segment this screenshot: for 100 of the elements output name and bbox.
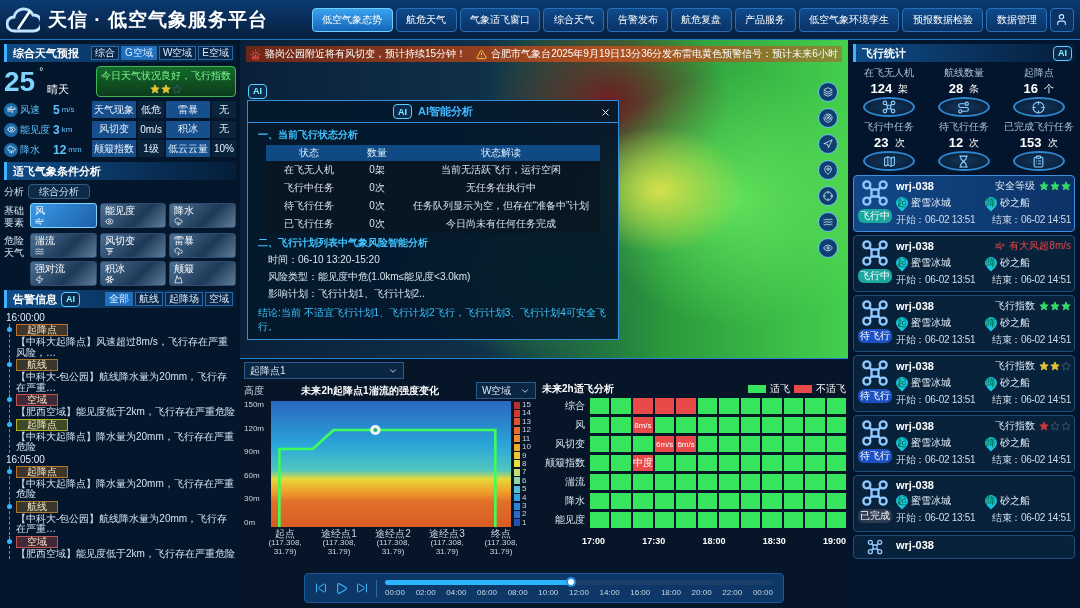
flight-card[interactable]: 待飞行 wrj-038 飞行指数 起 蜜雪冰城 降 砂之船 开始：06-02 13:51 结束：06-02 14:51 (853, 355, 1075, 412)
map-tool-button[interactable] (818, 108, 838, 128)
table-cell-text: 0次 (368, 199, 386, 213)
legend-label: 12 (522, 426, 531, 435)
drone-name: wrj-038 (896, 180, 934, 192)
banner-text: 今日天气状况良好，飞行指数 (101, 69, 231, 83)
x-axis-label: 途经点2 (375, 529, 411, 539)
nav-tab[interactable]: 告警发布 (607, 7, 668, 32)
weather-tile[interactable]: 雷暴 (169, 233, 236, 258)
wind-warning: 有大风超8m/s (1009, 239, 1071, 253)
rain-cloud-icon (174, 217, 184, 226)
weather-tile[interactable]: 积冰 (99, 261, 167, 286)
play-button[interactable] (335, 581, 348, 595)
skip-back-icon (315, 582, 327, 594)
flight-card[interactable]: 待飞行 wrj-038 飞行指数 起 蜜雪冰城 降 砂之船 开始：06-02 13:51 结束：06-02 14:51 (853, 295, 1075, 352)
nav-tab[interactable]: 航危天气 (395, 7, 457, 32)
airspace-tab[interactable]: 综合 (91, 46, 120, 60)
weather-tile[interactable]: 能见度 (99, 203, 167, 228)
next-button[interactable] (356, 582, 368, 594)
user-button[interactable] (1049, 7, 1074, 32)
chart-title: 未来2h起降点1湍流的强度变化 (301, 383, 439, 398)
legend-label: 6 (522, 476, 527, 485)
crosshair-icon (823, 191, 833, 201)
ai-badge[interactable]: AI (1053, 45, 1072, 61)
table-cell: 10% (212, 140, 236, 158)
legend-label: 4 (522, 493, 527, 502)
map-tool-button[interactable] (818, 134, 838, 154)
nav-tab[interactable]: 低空气象环境孪生 (798, 7, 900, 32)
section-title: 飞行统计 (862, 45, 906, 61)
analysis-button[interactable]: 综合分析 (28, 184, 90, 199)
timeline-dot (7, 397, 12, 402)
close-icon (599, 106, 611, 118)
airspace-select[interactable]: W空域 (476, 382, 536, 399)
weather-tile[interactable]: 强对流 (30, 261, 97, 286)
map-tool-button[interactable] (818, 186, 838, 206)
alert-filter-tab[interactable]: 航线 (135, 292, 163, 306)
timeline-dot (7, 421, 12, 427)
flight-card[interactable]: 待飞行 wrj-038 飞行指数 起 蜜雪冰城 降 砂之船 开始：06-02 13:51 结束：06-02 14:51 (853, 415, 1075, 472)
flight-card[interactable]: 飞行中 wrj-038 有大风超8m/s 起 蜜雪冰城 降 砂之船 开始：06-02 13:51 结束：06-02 14:51 (853, 235, 1075, 292)
start-time: 开始：06-02 13:51 (896, 273, 976, 287)
row-label: 风 (574, 418, 586, 432)
table-cell-text: 0次 (368, 217, 386, 231)
map-tool-button[interactable] (818, 238, 838, 258)
weather-tile[interactable]: 湍流 (30, 233, 97, 258)
start-place: 蜜雪冰城 (911, 436, 951, 450)
flight-card[interactable]: 飞行中 wrj-038 安全等级 起 蜜雪冰城 降 砂之船 开始：06-02 13:51 结束：06-02 14:51 (853, 175, 1075, 232)
weather-tile[interactable]: 风切变 (99, 233, 167, 258)
alert-filter-tab[interactable]: 全部 (105, 292, 133, 306)
status-badge: 待飞行 (858, 389, 892, 403)
nav-tab[interactable]: 预报数据检验 (902, 7, 984, 32)
status-badge: 飞行中 (858, 269, 892, 283)
stat-unit: 个 (1043, 81, 1054, 96)
map-tool-button[interactable] (818, 82, 838, 102)
timeline-track[interactable] (385, 579, 773, 585)
stat-label: 待飞行任务 (939, 120, 989, 134)
end-place: 砂之船 (999, 316, 1030, 330)
row-label: 湍流 (564, 475, 586, 489)
analysis-line: 时间：06-10 13:20-15:20 (267, 253, 381, 267)
nav-tab[interactable]: 产品服务 (734, 7, 796, 32)
airspace-tab[interactable]: E空域 (198, 46, 233, 60)
play-icon (335, 581, 348, 595)
map-tool-button[interactable] (818, 212, 838, 232)
ai-badge[interactable]: AI (61, 291, 80, 307)
end-place: 砂之船 (999, 256, 1030, 270)
map-tool-button[interactable] (818, 160, 838, 180)
stat-unit: 次 (894, 135, 905, 150)
nav-tab[interactable]: 综合天气 (543, 7, 605, 32)
ai-badge[interactable]: AI (248, 83, 267, 99)
end-time: 结束：06-02 14:51 (991, 213, 1071, 227)
table-cell: 无 (212, 120, 236, 138)
stat-label: 航线数量 (944, 66, 984, 80)
timeline-dot (7, 362, 12, 367)
airspace-tab[interactable]: G空域 (121, 46, 157, 60)
table-cell: 0m/s (138, 120, 164, 138)
flight-card[interactable]: 已完成 wrj-038 起 蜜雪冰城 降 砂之船 开始：06-02 13:51 结束：06-02 14:51 (853, 475, 1075, 532)
alert-tag: 空域 (16, 394, 58, 406)
alert-filter-tab[interactable]: 起降场 (165, 292, 203, 306)
nav-tab[interactable]: 气象适飞窗口 (459, 7, 541, 32)
warning-icon (476, 48, 488, 60)
analysis-line: 风险类型：能见度中危(1.0km≤能见度<3.0km) (267, 270, 472, 284)
suitability-cell: 6m/s (654, 436, 675, 452)
location-select[interactable]: 起降点1 (244, 362, 404, 379)
nav-tab[interactable]: 航危复盘 (671, 7, 732, 32)
airspace-tab[interactable]: W空域 (158, 46, 197, 60)
nav-tab[interactable]: 低空气象态势 (312, 7, 393, 32)
metric-unit: mm (68, 145, 82, 154)
table-cell-text: 待飞行任务 (283, 199, 335, 213)
timeline-thumb[interactable] (566, 576, 577, 587)
start-time: 开始：06-02 13:51 (896, 393, 976, 407)
metric-value: 12 (53, 142, 67, 157)
weather-tile[interactable]: 颠簸 (169, 261, 236, 286)
flight-card[interactable]: wrj-038 (853, 535, 1075, 559)
drone-icon (861, 299, 889, 327)
nav-tab[interactable]: 数据管理 (986, 7, 1047, 32)
previous-button[interactable] (315, 582, 327, 594)
coordinate-label: (117.308, 31.79) (429, 539, 464, 556)
alert-tag: 航线 (16, 500, 58, 513)
legend-label: 10 (522, 443, 531, 452)
weather-tile[interactable]: 降水 (169, 203, 236, 228)
alert-filter-tab[interactable]: 空域 (205, 292, 233, 306)
